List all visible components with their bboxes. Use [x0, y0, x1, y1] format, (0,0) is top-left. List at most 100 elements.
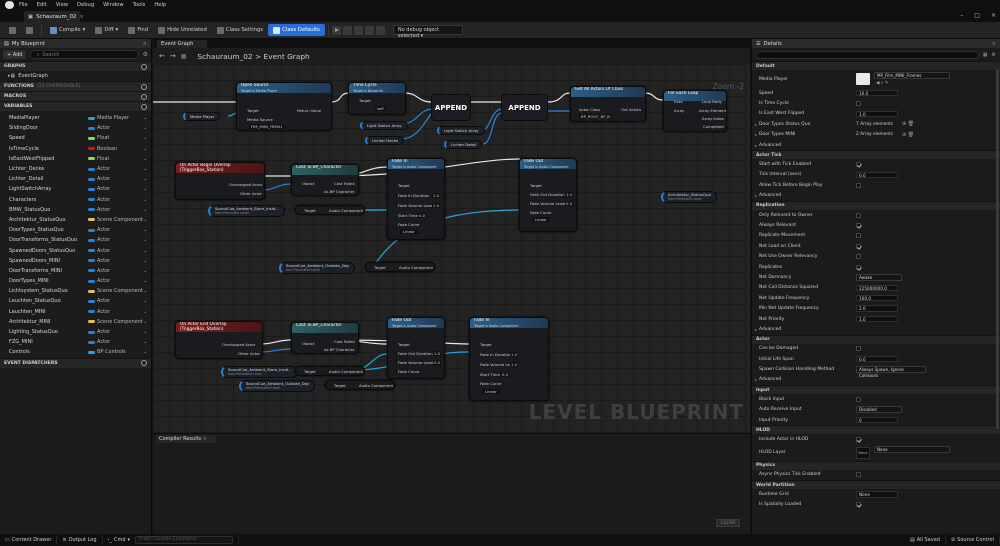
row-door-types-sq[interactable]: ▸ Door Types Status Quo 7 Array elements ⊕ …	[752, 119, 1000, 129]
chevron-down-icon[interactable]: ⌄	[143, 156, 147, 162]
input-priority-input[interactable]: 0	[856, 416, 898, 424]
chevron-down-icon[interactable]: ⌄	[143, 319, 147, 325]
section-macros[interactable]: MACROS	[0, 91, 151, 101]
variable-type-pill-icon[interactable]	[88, 299, 95, 303]
add-dispatcher-icon[interactable]	[141, 360, 147, 366]
net-dormancy-select[interactable]: Awake	[856, 273, 902, 281]
gear-icon[interactable]: ⚙	[143, 51, 148, 58]
forward-arrow-icon[interactable]: →	[170, 52, 176, 60]
variable-item[interactable]: DoorTypes_StatusQuo Actor ⌄	[0, 225, 151, 235]
variable-item[interactable]: Lichter_Detail Actor ⌄	[0, 174, 151, 184]
chevron-down-icon[interactable]: ⌄	[143, 176, 147, 182]
variable-type-pill-icon[interactable]	[88, 330, 95, 334]
cmd-selector[interactable]: ›_ Cmd ▾ Enter Console Command	[103, 535, 240, 545]
variable-type-pill-icon[interactable]	[88, 350, 95, 354]
expand-arrow-icon[interactable]: ▸	[755, 377, 757, 382]
pin-fade-curve-value[interactable]: Linear	[400, 229, 418, 234]
chevron-down-icon[interactable]: ⌄	[143, 268, 147, 274]
pin-completed[interactable]: Completed	[703, 124, 724, 129]
section-variables[interactable]: VARIABLES	[0, 101, 151, 111]
lichter-decke-var-node[interactable]: Lichter Decke	[365, 136, 405, 145]
pin-class-value[interactable]: BP_ROOF_BP_B	[579, 114, 612, 119]
variable-type-pill-icon[interactable]	[88, 157, 95, 161]
gear-icon[interactable]: ⚙	[992, 52, 996, 58]
stop-icon[interactable]	[353, 25, 363, 35]
ambient-store-var-node[interactable]: SoundCue_Ambient_Store_Insid... from Pers…	[208, 205, 285, 217]
variable-type-pill-icon[interactable]	[88, 116, 95, 120]
fade-in-node-2[interactable]: Fade In Target is Audio Component Target …	[469, 317, 549, 401]
chevron-down-icon[interactable]: ⌄	[143, 258, 147, 264]
debug-object-select[interactable]: No debug object selected ▾	[392, 25, 463, 39]
variable-item[interactable]: IsEastWestFlipped Float ⌄	[0, 154, 151, 164]
variable-type[interactable]: Actor	[97, 339, 110, 345]
block-input-checkbox[interactable]	[856, 396, 861, 402]
light-switch-var-node[interactable]: Light Switch Array	[360, 121, 408, 130]
pin-fade-duration[interactable]: Fade In Duration	[480, 352, 511, 357]
pin-overlapped[interactable]: Overlapped Actor	[222, 342, 255, 347]
pin-actor-class[interactable]: Actor Class	[579, 107, 600, 112]
section-functions[interactable]: FUNCTIONS (23 OVERRIDABLE)	[0, 81, 151, 91]
variable-type-pill-icon[interactable]	[88, 279, 95, 283]
variable-item[interactable]: IsTimeCycle Boolean ⌄	[0, 144, 151, 154]
document-tab[interactable]: ▣ Schauraum_02 ×	[24, 11, 84, 22]
close-window-icon[interactable]: ×	[991, 12, 996, 19]
variable-item[interactable]: Leuchten_StatusQuo Actor ⌄	[0, 296, 151, 306]
play-icon[interactable]	[331, 25, 341, 35]
for-each-loop-node[interactable]: For Each Loop Exec Loop Body Array Array…	[663, 90, 727, 132]
compile-button[interactable]: Compile ▾	[45, 24, 90, 36]
variable-type[interactable]: Actor	[97, 197, 110, 203]
hide-unrelated-button[interactable]: Hide Unrelated	[153, 24, 212, 36]
source-control-button[interactable]: ⊘ Source Control	[946, 535, 1000, 545]
time-cycle-node[interactable]: Time Cycle Target is Blueprint Target sel…	[348, 82, 406, 115]
add-button[interactable]: + Add	[3, 50, 27, 59]
is-time-cycle-checkbox[interactable]	[856, 101, 861, 107]
pin-target[interactable]: Target	[247, 108, 259, 113]
expand-arrow-icon[interactable]: ▸	[755, 122, 757, 127]
section-actor[interactable]: Actor	[752, 334, 1000, 344]
pin-as-character[interactable]: As BP Character	[324, 189, 355, 194]
chevron-down-icon[interactable]: ⌄	[143, 125, 147, 131]
menu-view[interactable]: View	[56, 2, 68, 8]
variable-item[interactable]: LightSwitchArray Actor ⌄	[0, 184, 151, 194]
details-scrollbar[interactable]	[996, 69, 999, 429]
chevron-down-icon[interactable]: ⌄	[143, 217, 147, 223]
variable-type[interactable]: Float	[97, 135, 109, 141]
variable-type[interactable]: Actor	[97, 248, 110, 254]
light-switch-2-var-node[interactable]: Light Switch Array	[437, 126, 485, 135]
ambient-store-var-node-2[interactable]: SoundCue_Ambient_Store_Insid... from Pers…	[221, 366, 298, 378]
array-actions-icon[interactable]: ⊕ 🗑	[902, 121, 914, 127]
east-west-input[interactable]: 1.0	[856, 110, 898, 118]
row-advanced[interactable]: ▸ Advanced	[752, 375, 1000, 385]
begin-overlap-event-node[interactable]: On Actor Begin Overlap (TriggerBox_Stati…	[175, 162, 265, 200]
pin-array-index[interactable]: Array Index	[702, 116, 724, 121]
chevron-down-icon[interactable]: ⌄	[143, 166, 147, 172]
fade-out-node-2[interactable]: Fade Out Target is Audio Component Target…	[387, 317, 445, 379]
array-actions-icon[interactable]: ⊕ 🗑	[902, 132, 914, 138]
only-owner-checkbox[interactable]	[856, 212, 861, 218]
chevron-down-icon[interactable]: ⌄	[143, 227, 147, 233]
add-function-icon[interactable]	[141, 83, 147, 90]
pin-fade-volume-value[interactable]: 1.0	[432, 203, 441, 208]
pin-other[interactable]: Other Actor	[238, 351, 260, 356]
variable-type-pill-icon[interactable]	[88, 289, 95, 293]
variable-type[interactable]: Float	[97, 156, 109, 162]
find-button[interactable]: Find	[123, 24, 153, 36]
variable-item[interactable]: Characters Actor ⌄	[0, 195, 151, 205]
menu-file[interactable]: File	[19, 2, 28, 8]
pin-start-time-value[interactable]: 0.0	[501, 372, 510, 377]
breadcrumb-root[interactable]: Schauraum_02	[197, 52, 252, 61]
variable-type[interactable]: Actor	[97, 298, 110, 304]
pin-fade-duration-value[interactable]: 1.0	[565, 192, 574, 197]
chevron-down-icon[interactable]: ⌄	[143, 207, 147, 213]
section-input[interactable]: Input	[752, 385, 1000, 395]
minimize-icon[interactable]: –	[960, 12, 963, 19]
variable-type[interactable]: Actor	[97, 329, 110, 335]
variable-item[interactable]: SlidingDoor Actor ⌄	[0, 123, 151, 133]
pin-target[interactable]: Target	[398, 183, 410, 188]
include-hlod-checkbox[interactable]	[856, 437, 861, 443]
variable-type-pill-icon[interactable]	[88, 208, 95, 212]
min-net-update-input[interactable]: 2.0	[856, 305, 898, 312]
pin-array[interactable]: Array	[674, 108, 684, 113]
variable-type-pill-icon[interactable]	[88, 269, 95, 273]
spatially-loaded-checkbox[interactable]	[856, 502, 861, 508]
